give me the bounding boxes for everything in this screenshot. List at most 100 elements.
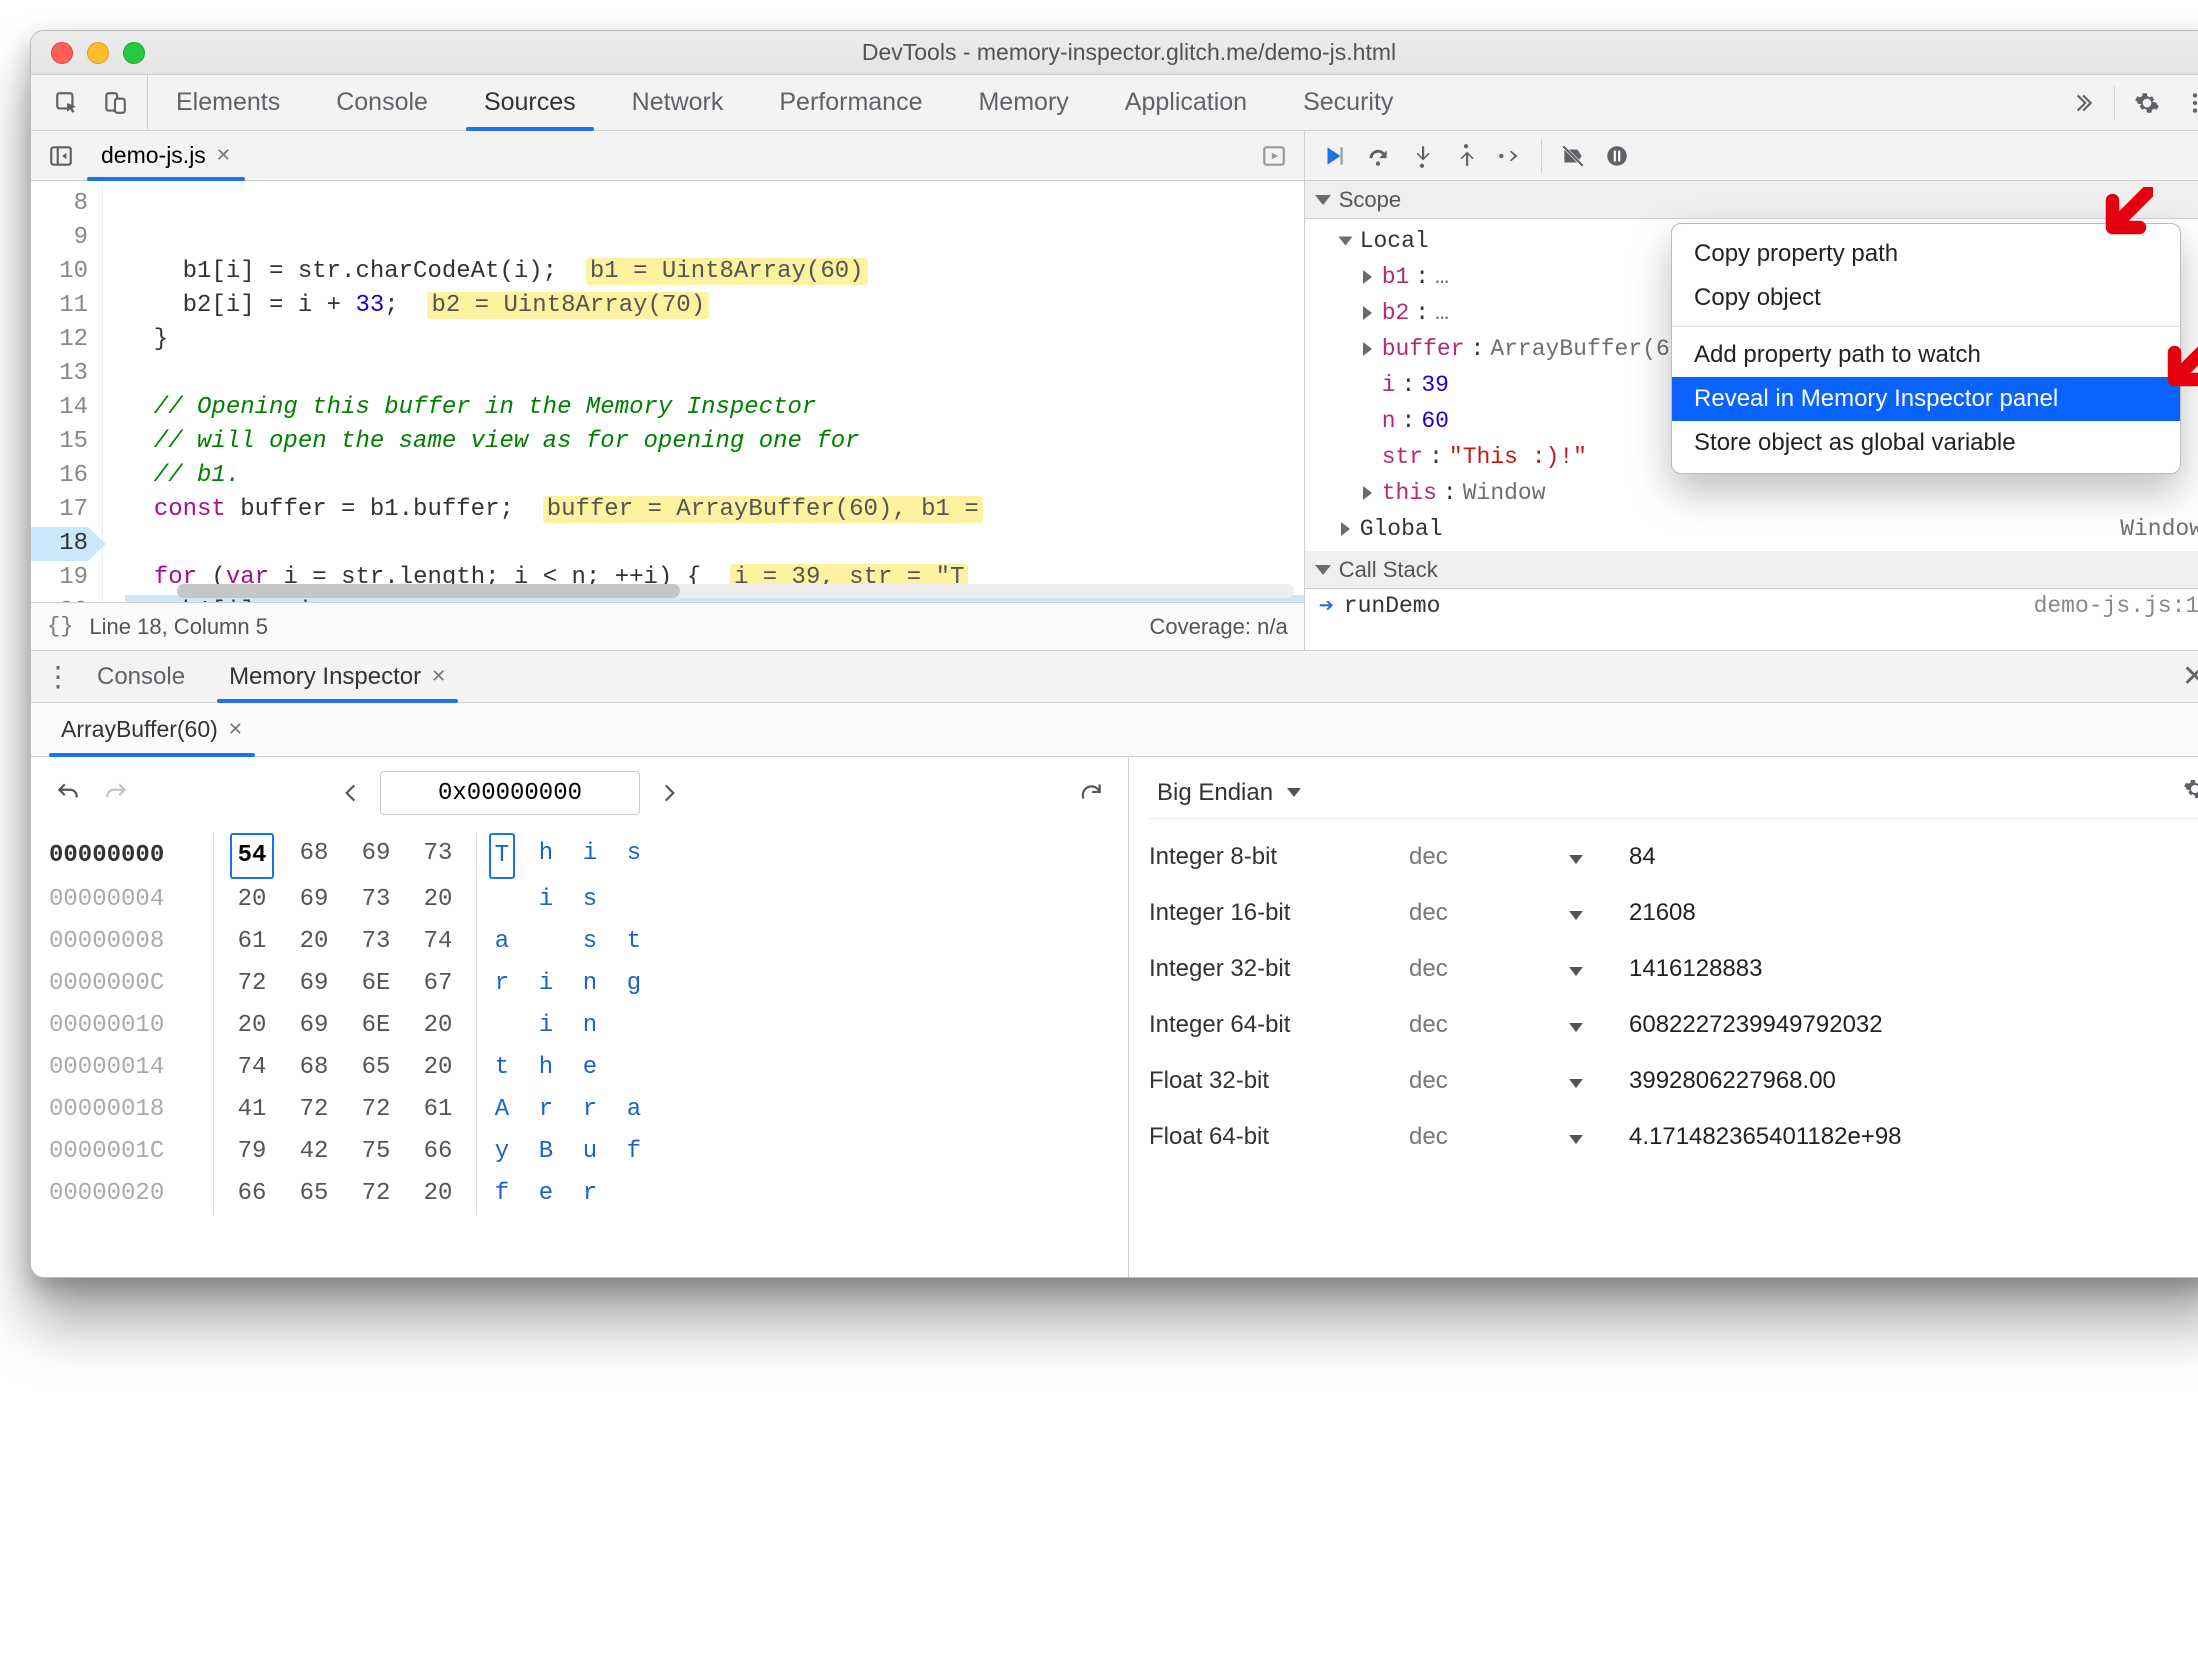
ctx-item[interactable]: Copy object: [1672, 276, 2180, 320]
overflow-tabs-icon[interactable]: [2060, 81, 2104, 125]
chevron-down-icon[interactable]: [1569, 955, 1629, 983]
tab-elements[interactable]: Elements: [148, 75, 308, 130]
chevron-down-icon[interactable]: [1569, 1123, 1629, 1151]
value-settings-icon[interactable]: [2183, 777, 2198, 808]
memory-inspector-body: 0000000054686973This0000000420697320 is …: [31, 757, 2198, 1277]
scope-var-this[interactable]: this: Window: [1319, 475, 2198, 511]
drawer-kebab-icon[interactable]: ⋮: [41, 660, 75, 693]
endian-select[interactable]: Big Endian: [1149, 779, 1301, 807]
minimize-window[interactable]: [87, 42, 109, 64]
tab-memory[interactable]: Memory: [950, 75, 1096, 130]
value-row: Float 32-bitdec3992806227968.00: [1149, 1053, 2198, 1109]
kebab-icon[interactable]: [2173, 81, 2198, 125]
debugger-pane: Scope Local b1: …b2: …buffer: ArrayBuffe…: [1305, 131, 2198, 650]
file-tab-label: demo-js.js: [101, 142, 206, 169]
next-page-icon[interactable]: [650, 774, 688, 812]
h-scrollbar[interactable]: [177, 584, 1294, 598]
main-tabstrip: ElementsConsoleSourcesNetworkPerformance…: [31, 75, 2198, 131]
callstack-section-header[interactable]: Call Stack: [1305, 551, 2198, 589]
file-tabbar: demo-js.js ✕: [31, 131, 1304, 181]
traffic-lights: [31, 42, 145, 64]
drawer-tab-console[interactable]: Console: [75, 651, 207, 702]
pause-exceptions-icon[interactable]: [1598, 137, 1636, 175]
scope-section-header[interactable]: Scope: [1305, 181, 2198, 219]
redo-icon[interactable]: [97, 774, 135, 812]
hex-row[interactable]: 0000001474686520the: [49, 1047, 1110, 1089]
value-row: Integer 64-bitdec6082227239949792032: [1149, 997, 2198, 1053]
step-over-icon[interactable]: [1359, 137, 1397, 175]
format-select[interactable]: dec: [1409, 1011, 1569, 1039]
chevron-down-icon[interactable]: [1569, 1011, 1629, 1039]
value-row: Integer 32-bitdec1416128883: [1149, 941, 2198, 997]
hex-table[interactable]: 0000000054686973This0000000420697320 is …: [49, 833, 1110, 1215]
value-row: Float 64-bitdec4.171482365401182e+98: [1149, 1109, 2198, 1165]
value-row: Integer 16-bitdec21608: [1149, 885, 2198, 941]
ctx-item[interactable]: Reveal in Memory Inspector panel: [1672, 377, 2180, 421]
ctx-item[interactable]: Store object as global variable: [1672, 421, 2180, 465]
cursor-position: Line 18, Column 5: [89, 614, 268, 640]
drawer-tab-memory-inspector[interactable]: Memory Inspector ✕: [207, 651, 468, 702]
hex-row[interactable]: 0000001C79427566yBuf: [49, 1131, 1110, 1173]
ctx-item[interactable]: Add property path to watch: [1672, 333, 2180, 377]
deactivate-breakpoints-icon[interactable]: [1554, 137, 1592, 175]
mi-buffer-tab[interactable]: ArrayBuffer(60) ✕: [45, 703, 259, 756]
drawer-close-icon[interactable]: ✕: [2172, 659, 2198, 694]
chevron-down-icon[interactable]: [1569, 899, 1629, 927]
format-select[interactable]: dec: [1409, 955, 1569, 983]
inspect-icon[interactable]: [45, 81, 89, 125]
drawer-tabbar: ⋮ Console Memory Inspector ✕ ✕: [31, 651, 2198, 703]
code-editor[interactable]: 89101112131415161718192021 b1[i] = str.c…: [31, 181, 1304, 602]
file-tab[interactable]: demo-js.js ✕: [83, 131, 249, 180]
hex-row[interactable]: 0000000420697320 is: [49, 879, 1110, 921]
editor-pane: demo-js.js ✕ 89101112131415161718192021 …: [31, 131, 1305, 650]
close-icon[interactable]: ✕: [228, 719, 243, 740]
coverage-status: Coverage: n/a: [1149, 614, 1287, 640]
chevron-down-icon[interactable]: [1569, 843, 1629, 871]
scope-title: Scope: [1339, 187, 1401, 213]
mi-hex-pane: 0000000054686973This0000000420697320 is …: [31, 757, 1129, 1277]
tab-console[interactable]: Console: [308, 75, 456, 130]
pretty-print-icon[interactable]: {}: [47, 614, 73, 639]
undo-icon[interactable]: [49, 774, 87, 812]
format-select[interactable]: dec: [1409, 1067, 1569, 1095]
tab-performance[interactable]: Performance: [751, 75, 950, 130]
value-row: Integer 8-bitdec84: [1149, 829, 2198, 885]
tab-sources[interactable]: Sources: [456, 75, 604, 130]
format-select[interactable]: dec: [1409, 1123, 1569, 1151]
hex-row[interactable]: 0000001841727261Arra: [49, 1089, 1110, 1131]
tab-application[interactable]: Application: [1097, 75, 1275, 130]
gear-icon[interactable]: [2125, 81, 2169, 125]
format-select[interactable]: dec: [1409, 899, 1569, 927]
zoom-window[interactable]: [123, 42, 145, 64]
step-into-icon[interactable]: [1403, 137, 1441, 175]
navigator-toggle-icon[interactable]: [39, 134, 83, 178]
close-icon[interactable]: ✕: [431, 666, 446, 687]
prev-page-icon[interactable]: [332, 774, 370, 812]
hex-row[interactable]: 0000002066657220fer: [49, 1173, 1110, 1215]
tab-network[interactable]: Network: [604, 75, 752, 130]
chevron-down-icon[interactable]: [1569, 1067, 1629, 1095]
hex-row[interactable]: 0000001020696E20 in: [49, 1005, 1110, 1047]
tab-security[interactable]: Security: [1275, 75, 1421, 130]
sources-panel: demo-js.js ✕ 89101112131415161718192021 …: [31, 131, 2198, 651]
context-menu: Copy property pathCopy objectAdd propert…: [1671, 223, 2181, 474]
hex-row[interactable]: 0000000054686973This: [49, 833, 1110, 879]
address-input[interactable]: [380, 771, 640, 815]
resume-icon[interactable]: [1315, 137, 1353, 175]
annotation-arrow: [2161, 339, 2198, 393]
scope-global-row[interactable]: Global Window: [1319, 511, 2198, 547]
endian-row: Big Endian: [1149, 767, 2198, 819]
callstack-frame[interactable]: ➔runDemo demo-js.js:18: [1305, 589, 2198, 623]
step-icon[interactable]: [1491, 137, 1529, 175]
close-window[interactable]: [51, 42, 73, 64]
run-snippet-icon[interactable]: [1252, 134, 1296, 178]
close-icon[interactable]: ✕: [216, 145, 231, 166]
devtools-window: DevTools - memory-inspector.glitch.me/de…: [30, 30, 2198, 1278]
titlebar: DevTools - memory-inspector.glitch.me/de…: [31, 31, 2198, 75]
hex-row[interactable]: 0000000C72696E67ring: [49, 963, 1110, 1005]
refresh-icon[interactable]: [1072, 774, 1110, 812]
hex-row[interactable]: 0000000861207374a st: [49, 921, 1110, 963]
device-icon[interactable]: [93, 81, 137, 125]
step-out-icon[interactable]: [1447, 137, 1485, 175]
format-select[interactable]: dec: [1409, 843, 1569, 871]
